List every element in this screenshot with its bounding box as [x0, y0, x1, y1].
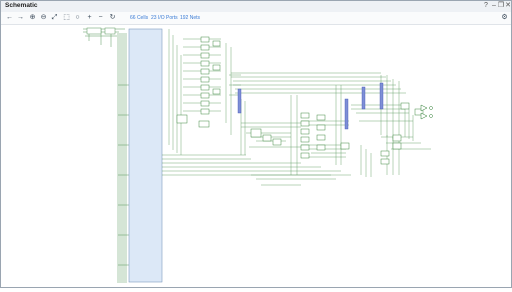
add-icon[interactable]: +: [85, 14, 94, 22]
window-title: Schematic: [5, 2, 38, 9]
schematic-canvas[interactable]: [1, 25, 511, 287]
cells-count-link[interactable]: 66 Cells: [130, 14, 148, 22]
schematic-drawing: [83, 27, 433, 283]
settings-circle-icon[interactable]: ○: [73, 14, 82, 22]
refresh-icon[interactable]: ↻: [108, 14, 117, 22]
close-icon[interactable]: ✕: [504, 2, 512, 10]
large-cell-block[interactable]: [128, 28, 163, 283]
gear-icon[interactable]: ⚙: [500, 14, 509, 22]
zoom-area-icon[interactable]: ⬚: [62, 14, 71, 22]
forward-arrow-icon[interactable]: →: [16, 14, 25, 22]
remove-icon[interactable]: −: [96, 14, 105, 22]
nets-count-link[interactable]: 192 Nets: [180, 14, 200, 22]
toolbar: ← → ⊕ ⊖ ⤢ ⬚ ○ + − ↻ 66 Cells 23 I/O Port…: [1, 12, 511, 25]
zoom-in-icon[interactable]: ⊕: [28, 14, 37, 22]
back-arrow-icon[interactable]: ←: [5, 14, 14, 22]
zoom-out-icon[interactable]: ⊖: [39, 14, 48, 22]
help-icon[interactable]: ?: [482, 2, 490, 10]
schematic-window: Schematic ? – ❐ ✕ ← → ⊕ ⊖ ⤢ ⬚ ○ + − ↻ 66…: [0, 0, 512, 288]
zoom-fit-icon[interactable]: ⤢: [50, 14, 59, 22]
io-ports-count-link[interactable]: 23 I/O Ports: [151, 14, 178, 22]
